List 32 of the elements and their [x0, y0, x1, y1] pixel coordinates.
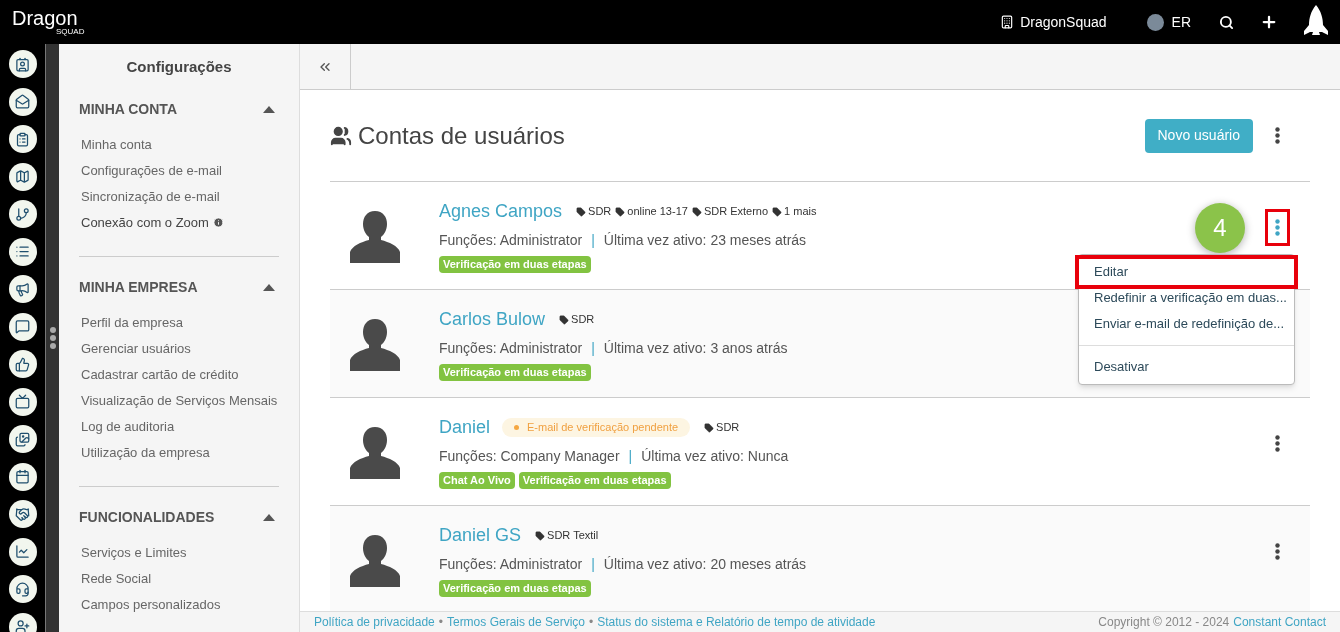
tag-label: SDR — [576, 203, 612, 220]
tag-label: SDR — [559, 311, 595, 328]
feature-badge: Verificação em duas etapas — [439, 364, 591, 381]
user-roles: Funções: Administrator — [439, 555, 583, 574]
separator-bullet: • — [438, 614, 443, 631]
separator-text: | — [591, 555, 595, 574]
logo-subtext: SQUAD — [56, 28, 86, 36]
separator-text: | — [591, 339, 595, 358]
tag-label: 1 mais — [772, 203, 817, 220]
separator-text: | — [628, 447, 633, 466]
feature-badge: Verificação em duas etapas — [518, 472, 671, 489]
separator-bullet: • — [589, 614, 594, 631]
last-active: Última vez ativo: 3 anos atrás — [603, 339, 788, 358]
tag-label: SDR Textil — [535, 527, 599, 544]
page-title: Contas de usuários — [358, 120, 565, 151]
tag-label: online 13-17 — [615, 203, 688, 220]
user-roles: Funções: Company Manager — [439, 447, 620, 466]
last-active: Última vez ativo: 23 meses atrás — [603, 231, 807, 250]
feature-badge: Chat Ao Vivo — [439, 472, 515, 489]
step-number-badge: 4 — [1195, 202, 1245, 253]
user-roles: Funções: Administrator — [439, 339, 583, 358]
last-active: Última vez ativo: 20 meses atrás — [603, 555, 807, 574]
tag-label: SDR Externo — [691, 203, 769, 220]
sidebar-title: Configurações — [125, 57, 233, 77]
copyright-text: Copyright © 2012 - 2024 — [1098, 614, 1230, 631]
pending-label: E-mail de verificação pendente — [527, 420, 679, 436]
last-active: Última vez ativo: Nunca — [641, 447, 789, 466]
tag-label: SDR — [704, 419, 740, 436]
user-roles: Funções: Administrator — [439, 231, 583, 250]
separator-text: | — [591, 231, 595, 250]
feature-badge: Verificação em duas etapas — [439, 256, 591, 273]
feature-badge: Verificação em duas etapas — [439, 580, 591, 597]
